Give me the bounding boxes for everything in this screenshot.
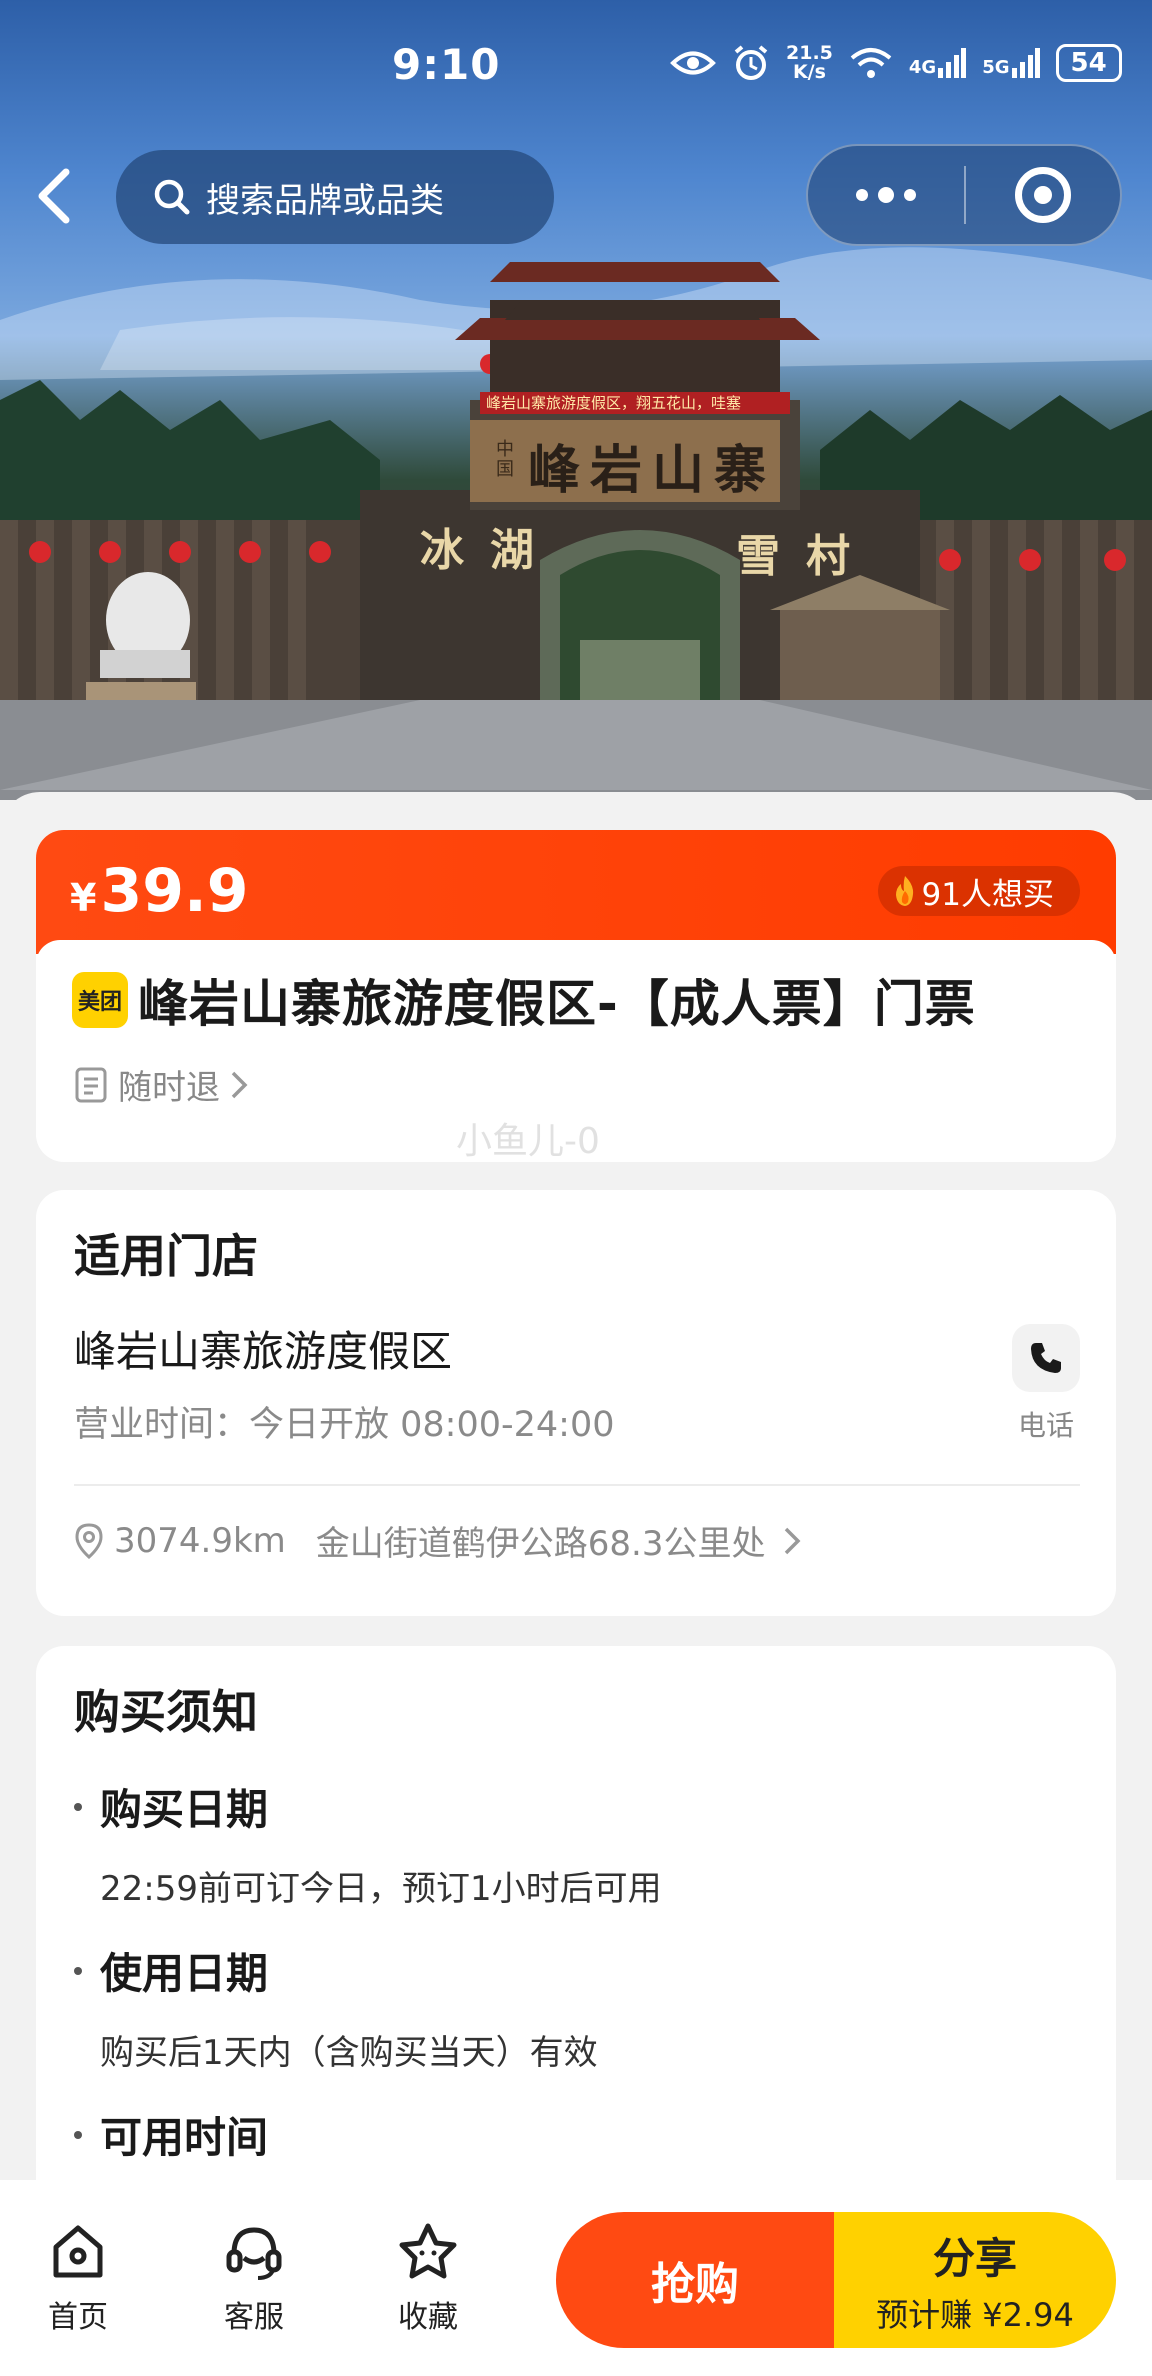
notice-item-title: 购买日期: [100, 1785, 269, 1834]
signal-5g-label: 5G: [982, 57, 1010, 78]
notice-item: 购买日期 22:59前可订今日，预订1小时后可用: [74, 1776, 662, 1910]
tab-label: 客服: [224, 2300, 284, 2335]
signal-5g: 5G: [982, 48, 1040, 78]
store-card: 适用门店 峰岩山寨旅游度假区 营业时间：今日开放 08:00-24:00 电话 …: [36, 1190, 1116, 1616]
headset-icon: [226, 2227, 282, 2280]
bullet: [74, 2130, 82, 2139]
share-label: 分享: [932, 2233, 1017, 2283]
notice-item-desc: 22:59前可订今日，预订1小时后可用: [100, 1869, 662, 1909]
flame-icon: [895, 876, 913, 906]
gate-left-plaque: 冰湖: [420, 525, 560, 576]
store-address-row[interactable]: 3074.9km 金山街道鹤伊公路68.3公里处: [74, 1516, 801, 1565]
buy-share-group: 抢购 分享 预计赚 ¥2.94: [556, 2212, 1116, 2348]
star-icon: [399, 2223, 457, 2279]
search-placeholder: 搜索品牌或品类: [206, 180, 444, 221]
price-value: 39.9: [100, 856, 249, 926]
price-band: ¥ 39.9 91人想买: [36, 830, 1116, 954]
close-miniprogram-button[interactable]: [966, 167, 1120, 223]
store-hours: 营业时间：今日开放 08:00-24:00: [74, 1405, 615, 1445]
chevron-right-icon: [785, 1527, 801, 1554]
chevron-left-icon: [38, 168, 70, 224]
phone-label: 电话: [1017, 1409, 1074, 1442]
buy-button[interactable]: 抢购: [556, 2212, 834, 2348]
tab-label: 首页: [48, 2300, 108, 2335]
more-button[interactable]: [808, 146, 964, 244]
notice-section-title: 购买须知: [74, 1685, 258, 1739]
watermark: 小鱼儿-0: [456, 1121, 600, 1162]
document-icon: [75, 1067, 107, 1102]
search-icon: [154, 179, 190, 215]
more-dot: [878, 187, 894, 203]
search-input[interactable]: 搜索品牌或品类: [116, 150, 554, 244]
phone-icon-wrap: [1012, 1324, 1080, 1392]
gate-sign-small: 中国: [496, 439, 514, 480]
home-icon: [53, 2225, 103, 2278]
notice-item: 使用日期 购买后1天内（含购买当天）有效: [74, 1940, 598, 2074]
refund-tag-label: 随时退: [118, 1068, 220, 1108]
more-dots-icon: [856, 189, 868, 201]
signal-bars-icon: [1011, 48, 1040, 78]
phone-icon: [1031, 1343, 1061, 1373]
tab-label: 收藏: [398, 2300, 458, 2335]
product-title: 峰岩山寨旅游度假区-【成人票】门票: [138, 975, 976, 1033]
signal-bars-icon: [938, 48, 967, 78]
signal-4g-label: 4G: [908, 57, 937, 78]
store-section-title: 适用门店: [74, 1229, 258, 1283]
store-address: 金山街道鹤伊公路68.3公里处: [315, 1524, 766, 1564]
notice-item-title: 可用时间: [100, 2113, 269, 2162]
want-count-text: 91人想买: [921, 876, 1054, 913]
notice-item-title: 使用日期: [100, 1949, 269, 1998]
store-distance: 3074.9km: [114, 1520, 286, 1561]
divider: [74, 1484, 1080, 1486]
price: ¥ 39.9: [70, 856, 249, 926]
share-earnings: 预计赚 ¥2.94: [876, 2295, 1074, 2334]
miniprogram-capsule: [806, 144, 1122, 246]
signal-4g: 4G: [908, 48, 967, 78]
notice-item-desc: 购买后1天内（含购买当天）有效: [100, 2033, 598, 2073]
share-button[interactable]: 分享 预计赚 ¥2.94: [834, 2212, 1116, 2348]
status-time: 9:10: [392, 40, 501, 89]
eye-icon: [670, 51, 716, 75]
product-title-row: 美团 峰岩山寨旅游度假区-【成人票】门票: [72, 964, 976, 1036]
tab-customer-service[interactable]: 客服: [204, 2220, 304, 2336]
meituan-logo: 美团: [72, 972, 128, 1028]
bullet: [74, 1802, 82, 1811]
chevron-right-icon: [231, 1071, 248, 1098]
gate-right-plaque: 雪村: [736, 531, 876, 582]
more-dot: [904, 189, 916, 201]
phone-button[interactable]: 电话: [1012, 1324, 1080, 1444]
store-name: 峰岩山寨旅游度假区: [74, 1327, 453, 1376]
net-speed: 21.5 K/s: [786, 44, 833, 82]
tab-home[interactable]: 首页: [28, 2220, 128, 2336]
gate-banner: 峰岩山寨旅游度假区，翔五花山，哇塞: [486, 394, 742, 412]
status-icons: 21.5 K/s 4G 5G 54: [670, 44, 1122, 82]
back-button[interactable]: [26, 162, 82, 230]
target-icon: [1015, 167, 1071, 223]
status-bar: 9:10 21.5 K/s 4G 5G 54: [0, 0, 1152, 130]
bottom-action-bar: 首页 客服 收藏 抢购 分享 预计赚 ¥2.94: [0, 2180, 1152, 2376]
refund-tag[interactable]: 随时退: [74, 1060, 248, 1109]
net-speed-unit: K/s: [792, 61, 826, 83]
notice-item: 可用时间: [74, 2104, 268, 2165]
battery-indicator: 54: [1055, 44, 1122, 82]
want-count-badge: 91人想买: [877, 866, 1080, 916]
tab-favorite[interactable]: 收藏: [378, 2220, 478, 2336]
wifi-icon: [850, 48, 892, 78]
alarm-icon: [734, 45, 768, 80]
gate-sign: 峰岩山寨: [528, 440, 777, 501]
bullet: [74, 1966, 82, 1975]
location-pin-icon: [75, 1522, 103, 1559]
price-currency: ¥: [70, 876, 97, 920]
